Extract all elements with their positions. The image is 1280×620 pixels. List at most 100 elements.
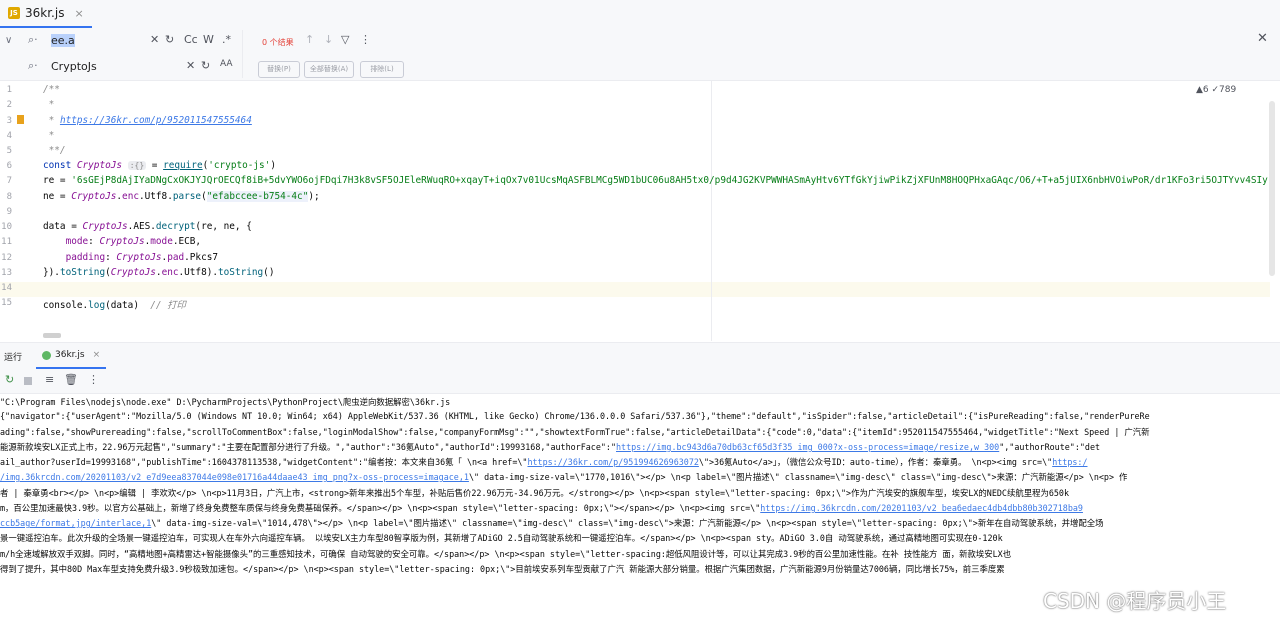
line-number: 4	[6, 131, 12, 141]
console-link[interactable]: ccb5age/format,jpg/interlace,1	[0, 518, 151, 528]
more-icon[interactable]: ⋮	[88, 373, 99, 386]
console-link[interactable]: https:/	[1052, 457, 1087, 467]
console-line: 景一键遥控泊车。此次升级的全场景一键遥控泊车，可实现人在车外六向遥控车辆。 以埃…	[0, 533, 1003, 543]
line-number: 11	[1, 237, 12, 247]
run-tab-close-icon[interactable]: ×	[93, 350, 101, 360]
right-margin-guide	[711, 81, 712, 341]
code-editor[interactable]: 1 2 3 4 5 6 7 8 9 10 11 12 13 14 15 /** …	[0, 81, 1280, 341]
console-link[interactable]: /img.36krcdn.com/20201103/v2_e7d9eea8370…	[0, 472, 469, 482]
result-count: 0 个结果	[262, 38, 294, 47]
find-replace-panel: ∨ ⌕· ee.a ✕ ↻ Cc W .* 0 个结果 ↑ ↓ ▽ ⋮ ✕ ⌕·…	[0, 28, 1280, 81]
console-link[interactable]: https://36kr.com/p/951994626963072	[527, 457, 698, 467]
tab-close-icon[interactable]: ×	[74, 7, 83, 20]
vertical-scrollbar[interactable]	[1269, 101, 1275, 276]
code-line: *	[43, 130, 55, 141]
line-number: 13	[1, 268, 12, 278]
code-line: * https://36kr.com/p/952011547555464	[43, 115, 252, 126]
node-run-icon	[42, 350, 51, 360]
js-file-icon: JS	[8, 7, 20, 19]
line-number: 12	[1, 253, 12, 263]
line-number: 5	[6, 146, 12, 156]
replace-all-button[interactable]: 全部替换(A)	[304, 61, 354, 78]
clear-find-icon[interactable]: ✕	[150, 33, 159, 46]
console-line: 得到了提升，其中80D Max车型支持免费升级3.9秒极致加速包。</span>…	[0, 564, 1005, 574]
console-line: ail_author?userId=19993168","publishTime…	[0, 457, 1088, 467]
stop-icon[interactable]	[24, 377, 32, 385]
console-line: m/h全速域解放双手双脚。同时，“高精地图+高精雷达+智能摄像头”的三重感知技术…	[0, 549, 1012, 559]
code-line: }).toString(CryptoJs.enc.Utf8).toString(…	[43, 267, 275, 278]
preserve-case-toggle[interactable]: AA	[220, 59, 233, 69]
close-search-icon[interactable]: ✕	[1257, 31, 1268, 46]
replace-button[interactable]: 替换(P)	[258, 61, 300, 78]
replace-history-icon[interactable]: ↻	[201, 59, 210, 72]
console-line: ccb5age/format,jpg/interlace,1\" data-im…	[0, 518, 1104, 528]
comment-link[interactable]: https://36kr.com/p/952011547555464	[60, 115, 252, 126]
divider	[242, 30, 243, 78]
replace-row: ⌕· CryptoJs ✕ ↻ AA	[0, 54, 1280, 80]
line-number: 9	[6, 207, 12, 217]
replace-input[interactable]: CryptoJs	[51, 60, 97, 73]
line-number: 2	[6, 100, 12, 110]
gutter: 1 2 3 4 5 6 7 8 9 10 11 12 13 14 15	[0, 81, 40, 341]
history-icon[interactable]: ↻	[165, 33, 174, 46]
line-number: 14	[1, 283, 12, 293]
regex-toggle[interactable]: .*	[222, 33, 231, 46]
replace-search-icon[interactable]: ⌕·	[28, 59, 38, 73]
code-line: ne = CryptoJs.enc.Utf8.parse("efabccee-b…	[43, 191, 320, 202]
console-line: 能源新款埃安LX正式上市，22.96万元起售","summary":"主要在配置…	[0, 442, 1101, 452]
line-number: 3	[6, 116, 12, 126]
code-line: padding: CryptoJs.pad.Pkcs7	[43, 252, 219, 263]
rerun-icon[interactable]: ↻	[5, 373, 14, 386]
console-line: /img.36krcdn.com/20201103/v2_e7d9eea8370…	[0, 472, 1128, 482]
exclude-button[interactable]: 排除(L)	[360, 61, 404, 78]
current-line-highlight	[0, 282, 1270, 297]
line-number: 15	[1, 298, 12, 308]
console-line: "C:\Program Files\nodejs\node.exe" D:\Py…	[0, 397, 451, 407]
code-line: **/	[43, 145, 66, 156]
trash-icon[interactable]: 🗑	[64, 373, 78, 386]
match-case-toggle[interactable]: Cc	[184, 33, 198, 46]
code-line: console.log(data) // 打印	[43, 300, 186, 311]
line-number: 1	[6, 85, 12, 95]
run-panel-header: 运行 36kr.js ×	[0, 342, 1280, 369]
console-line: ading":false,"showPurereading":false,"sc…	[0, 427, 1150, 437]
run-title: 运行	[4, 353, 23, 363]
filter-icon[interactable]: ▽	[341, 33, 349, 46]
soft-wrap-icon[interactable]: ≡	[45, 373, 54, 386]
tab-run-36kr[interactable]: 36kr.js ×	[36, 343, 107, 369]
console-line: m，百公里加速最快3.9秒。以官方公基础上，新增了终身免费整车质保与终身免费基础…	[0, 503, 1083, 513]
inspection-widget[interactable]: ▲6 ✓789	[1196, 85, 1236, 95]
console-line: {"navigator":{"userAgent":"Mozilla/5.0 (…	[0, 411, 1150, 421]
console-link[interactable]: https://img.36krcdn.com/20201103/v2_bea6…	[760, 503, 1083, 513]
tab-36kr-js[interactable]: JS 36kr.js ×	[0, 0, 92, 28]
bookmark-icon[interactable]	[17, 115, 24, 124]
find-input[interactable]: ee.a	[51, 34, 75, 47]
type-hint: :{}	[127, 161, 147, 170]
tab-label: 36kr.js	[25, 6, 65, 20]
code-line: const CryptoJs :{} = require('crypto-js'…	[43, 160, 276, 171]
code-line: /**	[43, 84, 60, 95]
words-toggle[interactable]: W	[203, 33, 214, 46]
line-number: 10	[1, 222, 12, 232]
code-line: data = CryptoJs.AES.decrypt(re, ne, {	[43, 221, 252, 232]
run-toolbar: ↻ ≡ 🗑 ⋮	[0, 369, 1280, 394]
clear-replace-icon[interactable]: ✕	[186, 59, 195, 72]
find-row: ∨ ⌕· ee.a ✕ ↻ Cc W .* 0 个结果 ↑ ↓ ▽ ⋮ ✕	[0, 28, 1280, 54]
line-number: 8	[6, 192, 12, 202]
code-line: *	[43, 99, 55, 110]
code-line: mode: CryptoJs.mode.ECB,	[43, 236, 202, 247]
horizontal-scrollbar[interactable]	[43, 333, 61, 338]
csdn-watermark: CSDN @程序员小王	[1043, 589, 1227, 613]
more-options-icon[interactable]: ⋮	[360, 33, 371, 46]
arrow-down-icon[interactable]: ↓	[324, 33, 333, 46]
search-icon[interactable]: ⌕·	[28, 33, 38, 47]
chevron-down-icon[interactable]: ∨	[5, 35, 12, 46]
run-tab-label: 36kr.js	[55, 350, 85, 360]
console-link[interactable]: https://img.bc943d6a70db63cf65d3f35_img_…	[616, 442, 999, 452]
editor-tab-bar: JS 36kr.js ×	[0, 0, 1280, 29]
line-number: 6	[6, 161, 12, 171]
line-number: 7	[6, 176, 12, 186]
console-line: 者 | 秦章勇<br></p> \n<p>编辑 | 李欢欢</p> \n<p>1…	[0, 488, 1070, 498]
code-line: re = '6sGEjP8dAjIYaDNgCxOKJYJQrOECQf8iB+…	[43, 175, 1268, 186]
arrow-up-icon[interactable]: ↑	[305, 33, 314, 46]
